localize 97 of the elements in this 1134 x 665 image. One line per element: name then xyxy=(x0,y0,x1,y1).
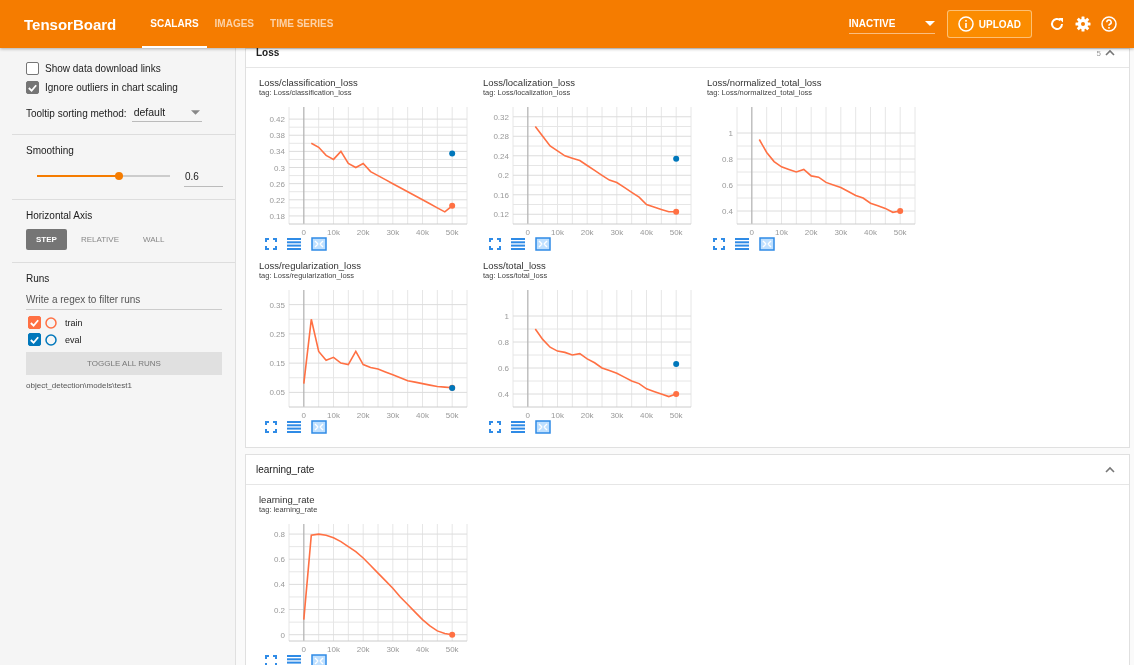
section-label: Horizontal Axis xyxy=(26,210,94,221)
tick-label: 20k xyxy=(580,411,594,419)
tick-label: 50k xyxy=(445,411,459,419)
tick-label: 0 xyxy=(525,228,531,236)
tick-label: 0 xyxy=(749,228,755,236)
tick-label: 40k xyxy=(416,228,429,236)
tick-label: 0.15 xyxy=(269,359,285,369)
chart-title: Loss/localization_loss xyxy=(483,77,576,88)
tick-label: 50k xyxy=(445,645,459,653)
tick-label: 0.12 xyxy=(493,210,509,220)
app-title: TensorBoard xyxy=(24,15,117,33)
tick-label: 0.25 xyxy=(269,329,285,339)
tick-label: 0.8 xyxy=(273,530,285,540)
tick-label: 50k xyxy=(669,411,683,419)
tick-label: 10k xyxy=(551,411,564,419)
tick-label: 30k xyxy=(386,645,400,653)
sort-label: Tooltip sorting method: xyxy=(26,107,127,119)
chart-title: Loss/classification_loss xyxy=(259,77,359,88)
run-name: train xyxy=(65,317,83,328)
tick-label: 20k xyxy=(356,228,370,236)
tick-label: 20k xyxy=(356,645,370,653)
tick-label: 0.2 xyxy=(273,605,285,615)
nav-tab[interactable]: TIME SERIES xyxy=(262,0,342,48)
tick-label: 0.6 xyxy=(721,181,733,190)
tick-label: 0.34 xyxy=(269,147,285,157)
tick-label: 10k xyxy=(775,228,788,236)
nav-tab[interactable]: SCALARS xyxy=(142,0,207,48)
tick-label: 0.22 xyxy=(269,195,285,205)
tick-label: 0.8 xyxy=(721,155,733,164)
chart-title: Loss/regularization_loss xyxy=(259,260,362,271)
tick-label: 50k xyxy=(669,228,683,236)
tick-label: 0.38 xyxy=(269,131,285,141)
axis-option[interactable]: STEP xyxy=(26,229,67,250)
tick-label: 0.24 xyxy=(493,151,509,161)
axis-option[interactable]: WALL xyxy=(133,229,175,250)
tick-label: 40k xyxy=(416,645,429,653)
run-name: eval xyxy=(65,334,82,345)
tick-label: 0 xyxy=(280,630,285,640)
tick-label: 10k xyxy=(327,645,340,653)
tick-label: 40k xyxy=(864,228,877,236)
tick-label: 0.32 xyxy=(493,112,509,122)
axis-option[interactable]: RELATIVE xyxy=(70,229,129,250)
tick-label: 0.35 xyxy=(269,300,285,310)
section-title: Loss xyxy=(256,47,281,58)
tick-label: 0.4 xyxy=(273,580,285,590)
tick-label: 1 xyxy=(728,129,733,138)
tick-label: 40k xyxy=(416,411,429,419)
tick-label: 50k xyxy=(445,228,459,236)
chart-title: learning_rate xyxy=(259,494,316,505)
checkbox-label: Ignore outliers in chart scaling xyxy=(45,82,178,93)
tick-label: 0.2 xyxy=(497,171,509,181)
tick-label: 0.4 xyxy=(721,207,733,216)
smoothing-field[interactable]: 0.6 xyxy=(184,168,223,187)
run-path: object_detection\models\test1 xyxy=(26,381,133,390)
status-dropdown[interactable]: INACTIVE xyxy=(848,14,935,34)
tick-label: 0.4 xyxy=(497,390,509,399)
nav-tab[interactable]: IMAGES xyxy=(206,0,263,48)
tick-label: 0 xyxy=(525,411,531,419)
tick-label: 0 xyxy=(301,228,307,236)
chart-title: Loss/total_loss xyxy=(483,260,547,271)
tick-label: 40k xyxy=(640,228,653,236)
tick-label: 40k xyxy=(640,411,653,419)
tick-label: 0.16 xyxy=(493,190,509,200)
tick-label: 0.18 xyxy=(269,211,285,221)
tick-label: 20k xyxy=(580,228,594,236)
tick-label: 30k xyxy=(386,228,400,236)
section-label: Smoothing xyxy=(26,145,75,156)
tick-label: 50k xyxy=(893,228,907,236)
section-label: Runs xyxy=(26,273,51,284)
toggle-runs-button[interactable]: TOGGLE ALL RUNS xyxy=(26,352,222,375)
tick-label: 0.26 xyxy=(269,179,285,189)
upload-button[interactable]: UPLOAD xyxy=(946,10,1032,38)
tick-label: 30k xyxy=(610,411,624,419)
sort-dropdown[interactable]: default xyxy=(131,104,202,122)
tick-label: 30k xyxy=(834,228,848,236)
filter-field[interactable]: Write a regex to filter runs xyxy=(26,292,222,310)
tick-label: 10k xyxy=(327,411,340,419)
tick-label: 0.3 xyxy=(273,163,285,173)
tick-label: 0.05 xyxy=(269,388,285,398)
tick-label: 10k xyxy=(551,228,564,236)
section-title: learning_rate xyxy=(256,464,316,475)
tick-label: 0.8 xyxy=(497,338,509,347)
checkbox-label: Show data download links xyxy=(45,63,161,74)
tick-label: 20k xyxy=(356,411,370,419)
tick-label: 0.6 xyxy=(273,555,285,565)
tick-label: 0.6 xyxy=(497,364,509,373)
tick-label: 1 xyxy=(504,312,509,321)
tick-label: 20k xyxy=(804,228,818,236)
tick-label: 0.42 xyxy=(269,115,285,125)
tick-label: 10k xyxy=(327,228,340,236)
tick-label: 0 xyxy=(301,411,307,419)
tick-label: 0 xyxy=(301,645,307,653)
tick-label: 30k xyxy=(386,411,400,419)
chart-count: 5 xyxy=(1096,49,1101,58)
chart-title: Loss/normalized_total_loss xyxy=(707,77,823,88)
tick-label: 30k xyxy=(610,228,624,236)
tick-label: 0.28 xyxy=(493,132,509,142)
